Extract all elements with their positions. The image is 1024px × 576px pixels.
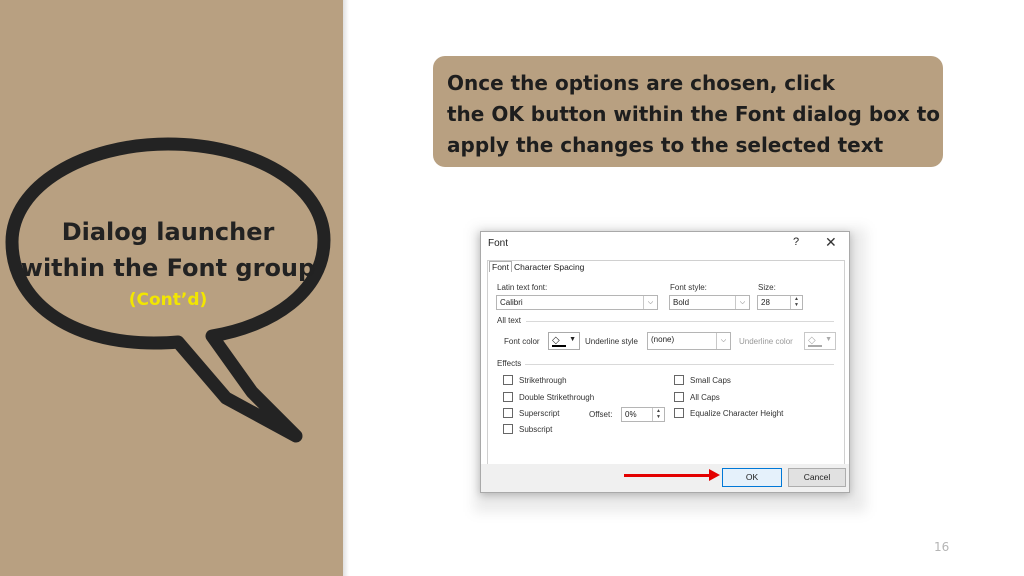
- underline-style-select[interactable]: (none) ⌵: [647, 332, 731, 350]
- bubble-title-line-2: within the Font group: [20, 254, 316, 282]
- latin-font-value: Calibri: [500, 298, 523, 307]
- red-arrow-shaft: [624, 474, 712, 477]
- dialog-title: Font: [488, 238, 509, 249]
- chevron-down-icon: ▼: [569, 336, 576, 343]
- tab-character-spacing[interactable]: Character Spacing: [514, 262, 584, 272]
- font-style-select[interactable]: Bold ⌵: [669, 295, 750, 310]
- offset-value: 0%: [625, 410, 637, 419]
- size-label: Size:: [758, 283, 776, 292]
- chevron-down-icon: ⌵: [643, 296, 657, 309]
- underline-color-label: Underline color: [739, 337, 793, 346]
- font-style-label: Font style:: [670, 283, 707, 292]
- all-caps-label: All Caps: [690, 393, 720, 402]
- equalize-height-checkbox[interactable]: [674, 408, 684, 418]
- close-icon[interactable]: ✕: [825, 234, 837, 251]
- callout-line-3: apply the changes to the selected text: [447, 133, 884, 157]
- color-bar: [552, 345, 566, 347]
- color-bar: [808, 345, 822, 347]
- subscript-label: Subscript: [519, 425, 553, 434]
- all-caps-checkbox[interactable]: [674, 392, 684, 402]
- strikethrough-checkbox[interactable]: [503, 375, 513, 385]
- font-dialog: Font ? ✕ Font Character Spacing Latin te…: [480, 231, 850, 493]
- chevron-down-icon: ⌵: [716, 333, 730, 349]
- equalize-height-label: Equalize Character Height: [690, 409, 784, 418]
- effects-label: Effects: [497, 359, 522, 368]
- font-color-label: Font color: [504, 337, 540, 346]
- subscript-checkbox[interactable]: [503, 424, 513, 434]
- divider: [526, 321, 834, 322]
- small-caps-checkbox[interactable]: [674, 375, 684, 385]
- underline-style-label: Underline style: [585, 337, 638, 346]
- all-text-label: All text: [497, 316, 522, 325]
- small-caps-label: Small Caps: [690, 376, 731, 385]
- double-strikethrough-checkbox[interactable]: [503, 392, 513, 402]
- offset-spinner[interactable]: 0% ▲ ▼: [621, 407, 665, 422]
- divider: [525, 364, 834, 365]
- chevron-down-icon: ▼: [825, 336, 832, 343]
- offset-label: Offset:: [589, 410, 613, 419]
- tab-font[interactable]: Font: [489, 261, 513, 272]
- latin-font-select[interactable]: Calibri ⌵: [496, 295, 658, 310]
- double-strikethrough-label: Double Strikethrough: [519, 393, 595, 402]
- callout-line-2: the OK button within the Font dialog box…: [447, 102, 941, 126]
- ok-button[interactable]: OK: [722, 468, 782, 487]
- size-value: 28: [761, 298, 770, 307]
- strikethrough-label: Strikethrough: [519, 376, 567, 385]
- chevron-down-icon: ⌵: [735, 296, 749, 309]
- instruction-callout: Once the options are chosen, click the O…: [433, 56, 943, 167]
- spinner-arrows-icon[interactable]: ▲ ▼: [790, 296, 802, 309]
- underline-color-button[interactable]: ◇ ▼: [804, 332, 836, 350]
- underline-style-value: (none): [651, 335, 675, 344]
- bubble-subtitle: (Cont’d): [128, 290, 208, 310]
- font-style-value: Bold: [673, 298, 690, 307]
- page-number: 16: [934, 540, 950, 554]
- spinner-arrows-icon[interactable]: ▲ ▼: [652, 408, 664, 421]
- size-spinner[interactable]: 28 ▲ ▼: [757, 295, 803, 310]
- superscript-checkbox[interactable]: [503, 408, 513, 418]
- help-button[interactable]: ?: [793, 236, 799, 248]
- bubble-title-line-1: Dialog launcher: [61, 218, 275, 246]
- cancel-button[interactable]: Cancel: [788, 468, 846, 487]
- font-color-button[interactable]: ◇ ▼: [548, 332, 580, 350]
- red-arrow-head: [709, 469, 720, 481]
- superscript-label: Superscript: [519, 409, 560, 418]
- latin-font-label: Latin text font:: [497, 283, 548, 292]
- callout-line-1: Once the options are chosen, click: [447, 71, 835, 95]
- bubble-text: Dialog launcher within the Font group (C…: [18, 214, 318, 313]
